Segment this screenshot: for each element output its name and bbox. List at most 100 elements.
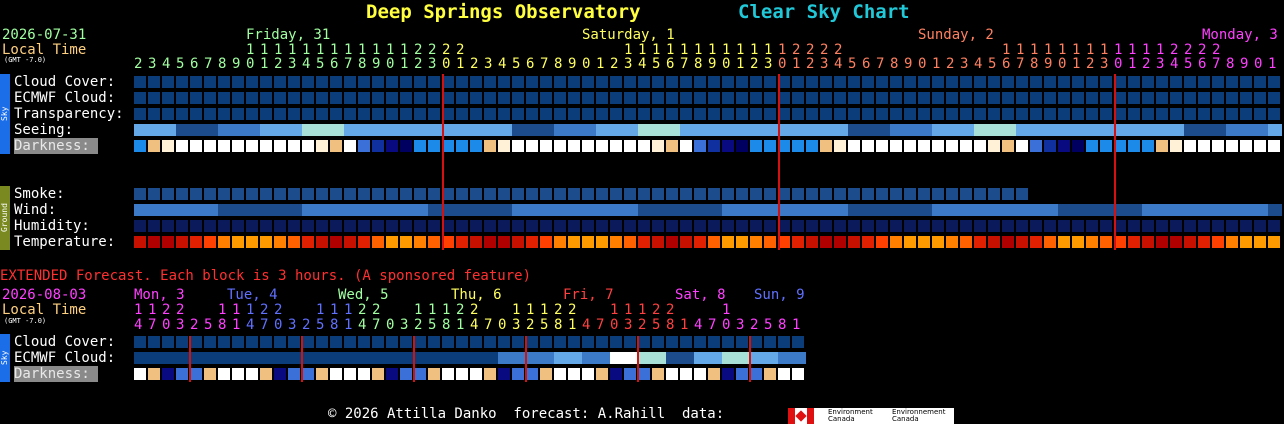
darkness-cell[interactable] [344,140,356,152]
humidity-cell[interactable] [302,220,314,232]
ecmwf-cloud-cell[interactable] [764,92,776,104]
transparency-cell[interactable] [848,108,860,120]
wind-cell[interactable] [1184,204,1198,216]
smoke-cell[interactable] [610,188,622,200]
cloud-cover-cell[interactable] [890,76,902,88]
ecmwf-cloud-cell[interactable] [372,92,384,104]
seeing-cell[interactable] [470,124,484,136]
ext-cloud-cover-cell[interactable] [750,336,762,348]
humidity-cell[interactable] [1016,220,1028,232]
temperature-cell[interactable] [834,236,846,248]
transparency-cell[interactable] [148,108,160,120]
seeing-cell[interactable] [330,124,344,136]
cloud-cover-cell[interactable] [1268,76,1280,88]
darkness-cell[interactable] [876,140,888,152]
wind-cell[interactable] [358,204,372,216]
humidity-cell[interactable] [638,220,650,232]
cloud-cover-cell[interactable] [848,76,860,88]
transparency-cell[interactable] [162,108,174,120]
ecmwf-cloud-cell[interactable] [582,92,594,104]
cloud-cover-cell[interactable] [232,76,244,88]
temperature-cell[interactable] [652,236,664,248]
ext-cloud-cover-cell[interactable] [722,336,734,348]
cloud-cover-cell[interactable] [246,76,258,88]
humidity-cell[interactable] [316,220,328,232]
seeing-cell[interactable] [666,124,680,136]
humidity-cell[interactable] [386,220,398,232]
wind-cell[interactable] [778,204,792,216]
seeing-cell[interactable] [736,124,750,136]
ext-cloud-cover-cell[interactable] [456,336,468,348]
cloud-cover-cell[interactable] [974,76,986,88]
seeing-cell[interactable] [806,124,820,136]
ext-cloud-cover-cell[interactable] [596,336,608,348]
smoke-cell[interactable] [414,188,426,200]
cloud-cover-cell[interactable] [288,76,300,88]
smoke-cell[interactable] [988,188,1000,200]
temperature-cell[interactable] [666,236,678,248]
wind-cell[interactable] [302,204,316,216]
darkness-cell[interactable] [834,140,846,152]
wind-cell[interactable] [582,204,596,216]
humidity-cell[interactable] [400,220,412,232]
darkness-cell[interactable] [1002,140,1014,152]
temperature-cell[interactable] [1170,236,1182,248]
transparency-cell[interactable] [232,108,244,120]
ecmwf-cloud-cell[interactable] [1184,92,1196,104]
darkness-cell[interactable] [176,140,188,152]
row-label-ecmwf-cloud[interactable]: ECMWF Cloud: [14,90,115,106]
temperature-cell[interactable] [1142,236,1154,248]
transparency-cell[interactable] [568,108,580,120]
humidity-cell[interactable] [246,220,258,232]
seeing-cell[interactable] [414,124,428,136]
ext-darkness-cell[interactable] [372,368,384,380]
ecmwf-cloud-cell[interactable] [750,92,762,104]
smoke-cell[interactable] [358,188,370,200]
wind-cell[interactable] [820,204,834,216]
ext-darkness-cell[interactable] [470,368,482,380]
ecmwf-cloud-cell[interactable] [246,92,258,104]
row-label-cloud-cover[interactable]: Cloud Cover: [14,74,115,90]
ext-darkness-cell[interactable] [498,368,510,380]
wind-cell[interactable] [666,204,680,216]
ext-cloud-cover-cell[interactable] [218,336,230,348]
darkness-cell[interactable] [904,140,916,152]
cloud-cover-cell[interactable] [820,76,832,88]
transparency-cell[interactable] [582,108,594,120]
smoke-cell[interactable] [694,188,706,200]
ecmwf-cloud-cell[interactable] [1016,92,1028,104]
transparency-cell[interactable] [512,108,524,120]
wind-cell[interactable] [1240,204,1254,216]
temperature-cell[interactable] [946,236,958,248]
humidity-cell[interactable] [274,220,286,232]
seeing-cell[interactable] [596,124,610,136]
seeing-cell[interactable] [1100,124,1114,136]
ext-row-label-cloud-cover[interactable]: Cloud Cover: [14,334,115,350]
ext-darkness-cell[interactable] [302,368,314,380]
ext-ecmwf-cloud-cell[interactable] [722,352,736,364]
cloud-cover-cell[interactable] [190,76,202,88]
ecmwf-cloud-cell[interactable] [1142,92,1154,104]
darkness-cell[interactable] [1254,140,1266,152]
smoke-cell[interactable] [190,188,202,200]
smoke-cell[interactable] [862,188,874,200]
wind-cell[interactable] [512,204,526,216]
ext-ecmwf-cloud-cell[interactable] [568,352,582,364]
wind-cell[interactable] [484,204,498,216]
darkness-cell[interactable] [540,140,552,152]
wind-cell[interactable] [148,204,162,216]
darkness-cell[interactable] [848,140,860,152]
ext-darkness-cell[interactable] [358,368,370,380]
ecmwf-cloud-cell[interactable] [358,92,370,104]
ext-ecmwf-cloud-cell[interactable] [176,352,190,364]
seeing-cell[interactable] [232,124,246,136]
seeing-cell[interactable] [1212,124,1226,136]
cloud-cover-cell[interactable] [638,76,650,88]
humidity-cell[interactable] [512,220,524,232]
humidity-cell[interactable] [176,220,188,232]
ext-ecmwf-cloud-cell[interactable] [736,352,750,364]
wind-cell[interactable] [274,204,288,216]
seeing-cell[interactable] [778,124,792,136]
transparency-cell[interactable] [358,108,370,120]
cloud-cover-cell[interactable] [204,76,216,88]
